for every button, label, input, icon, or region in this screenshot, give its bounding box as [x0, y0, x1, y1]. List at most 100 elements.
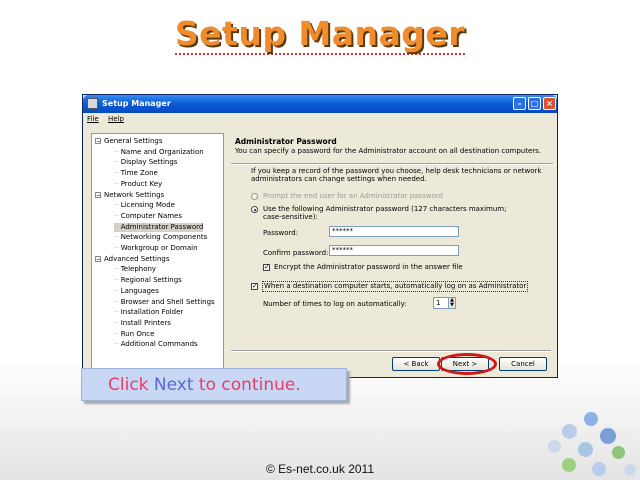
callout-text-before: Click	[108, 375, 154, 395]
encrypt-label: Encrypt the Administrator password in th…	[274, 263, 463, 271]
tree-item-label: Networking Components	[120, 233, 208, 242]
decorative-dot	[584, 412, 598, 426]
tree-item-label: Browser and Shell Settings	[120, 297, 215, 306]
tree-item-label: Time Zone	[120, 169, 158, 178]
tree-item-label: Telephony	[120, 265, 157, 274]
setup-manager-window: Setup Manager – □ × File Help − General S…	[82, 94, 558, 378]
tree-item-label: Install Printers	[120, 318, 171, 327]
tree-item[interactable]: − Advanced Settings	[95, 255, 170, 264]
tree-connector-icon: ··	[114, 308, 121, 317]
decorative-dot	[562, 424, 577, 439]
header-divider	[231, 163, 553, 165]
intro-text-line2: administrators can change settings when …	[251, 175, 427, 183]
tree-connector-icon: ··	[114, 222, 121, 231]
tree-item[interactable]: ·· Time Zone	[114, 169, 158, 178]
callout-text-accent: Next	[153, 375, 194, 395]
tree-item[interactable]: ·· Networking Components	[114, 233, 207, 242]
tree-connector-icon: ··	[114, 147, 121, 156]
tree-connector-icon: ··	[114, 318, 121, 327]
tree-item[interactable]: ·· Installation Folder	[114, 308, 183, 317]
tree-item[interactable]: ·· Additional Commands	[114, 340, 198, 349]
tree-connector-icon: ··	[114, 340, 121, 349]
window-titlebar[interactable]: Setup Manager – □ ×	[83, 95, 557, 113]
tree-connector-icon: ··	[114, 233, 121, 242]
encrypt-checkbox[interactable]: ✓	[263, 264, 270, 271]
tree-item[interactable]: ·· Regional Settings	[114, 276, 182, 285]
tree-item-label: Display Settings	[120, 158, 178, 167]
instruction-callout: Click Next to continue.	[81, 368, 347, 401]
page-title: Administrator Password	[235, 137, 337, 146]
tree-item[interactable]: − General Settings	[95, 137, 163, 146]
next-button-highlight	[437, 353, 497, 375]
collapse-icon[interactable]: −	[95, 255, 101, 262]
tree-item-label: Workgroup or Domain	[120, 244, 198, 252]
prompt-user-radio[interactable]	[251, 193, 258, 200]
tree-item[interactable]: ·· Licensing Mode	[114, 201, 175, 210]
tree-item-label: General Settings	[104, 137, 163, 145]
tree-connector-icon: ··	[114, 297, 121, 306]
page-description: You can specify a password for the Admin…	[235, 147, 542, 155]
tree-item[interactable]: ·· Browser and Shell Settings	[114, 298, 215, 307]
menu-file[interactable]: File	[87, 115, 99, 123]
close-icon[interactable]: ×	[543, 97, 556, 110]
logon-times-input[interactable]: 1	[433, 297, 449, 309]
logon-times-label: Number of times to log on automatically:	[263, 300, 407, 308]
confirm-password-label: Confirm password:	[263, 249, 329, 257]
tree-item[interactable]: ·· Name and Organization	[114, 148, 204, 157]
tree-item[interactable]: ·· Install Printers	[114, 319, 171, 328]
tree-connector-icon: ··	[114, 286, 121, 295]
password-label: Password:	[263, 229, 299, 237]
tree-connector-icon: ··	[114, 158, 121, 167]
tree-item-label: Product Key	[120, 179, 163, 188]
back-button[interactable]: < Back	[392, 357, 440, 371]
decorative-dot	[578, 442, 593, 457]
tree-item[interactable]: − Network Settings	[95, 191, 164, 200]
menu-help[interactable]: Help	[108, 115, 124, 123]
collapse-icon[interactable]: −	[95, 138, 101, 145]
tree-item-label: Regional Settings	[120, 276, 182, 285]
tree-item-label: Licensing Mode	[120, 201, 175, 210]
tree-item[interactable]: ·· Run Once	[114, 330, 154, 339]
tree-item-label: Languages	[120, 286, 159, 295]
tree-item[interactable]: ·· Computer Names	[114, 212, 182, 221]
tree-item-label: Name and Organization	[120, 147, 204, 156]
tree-connector-icon: ··	[114, 329, 121, 338]
footer-divider	[231, 350, 551, 352]
slide-title: Setup Manager	[174, 14, 466, 55]
window-title: Setup Manager	[102, 99, 171, 108]
tree-item[interactable]: ·· Telephony	[114, 265, 156, 274]
use-password-radio[interactable]	[251, 206, 258, 213]
use-password-label-line2: case-sensitive):	[263, 213, 318, 221]
tree-item[interactable]: ·· Workgroup or Domain	[114, 244, 198, 253]
app-icon	[87, 98, 98, 109]
callout-text: Click Next to continue.	[108, 375, 301, 395]
tree-item-label: Installation Folder	[120, 308, 184, 317]
settings-tree[interactable]: − General Settings ·· Name and Organizatio…	[91, 133, 224, 369]
tree-connector-icon: ··	[114, 276, 121, 285]
tree-connector-icon: ··	[114, 179, 121, 188]
tree-connector-icon: ··	[114, 201, 121, 210]
maximize-icon[interactable]: □	[528, 97, 541, 110]
decorative-dot	[612, 446, 625, 459]
tree-item[interactable]: ·· Product Key	[114, 180, 162, 189]
tree-item-label: Computer Names	[120, 211, 183, 220]
decorative-dot	[548, 440, 561, 453]
tree-connector-icon: ··	[114, 211, 121, 220]
menu-bar: File Help	[87, 115, 131, 125]
tree-item[interactable]: ·· Languages	[114, 287, 159, 296]
minimize-icon[interactable]: –	[513, 97, 526, 110]
tree-connector-icon: ··	[114, 169, 121, 178]
autologon-checkbox[interactable]: ✓	[251, 283, 258, 290]
tree-item-label: Administrator Password	[120, 222, 204, 231]
tree-item-label: Additional Commands	[120, 340, 198, 349]
password-input[interactable]: ******	[329, 226, 459, 237]
tree-item[interactable]: ·· Administrator Password	[114, 222, 204, 232]
confirm-password-input[interactable]: ******	[329, 245, 459, 256]
collapse-icon[interactable]: −	[95, 191, 101, 198]
prompt-user-label: Prompt the end user for an Administrator…	[263, 192, 443, 200]
logon-times-spinner[interactable]: ▲ ▼	[448, 297, 456, 309]
tree-item[interactable]: ·· Display Settings	[114, 158, 177, 167]
tree-connector-icon: ··	[114, 265, 121, 274]
decorative-dot	[600, 428, 616, 444]
cancel-button[interactable]: Cancel	[499, 357, 547, 371]
